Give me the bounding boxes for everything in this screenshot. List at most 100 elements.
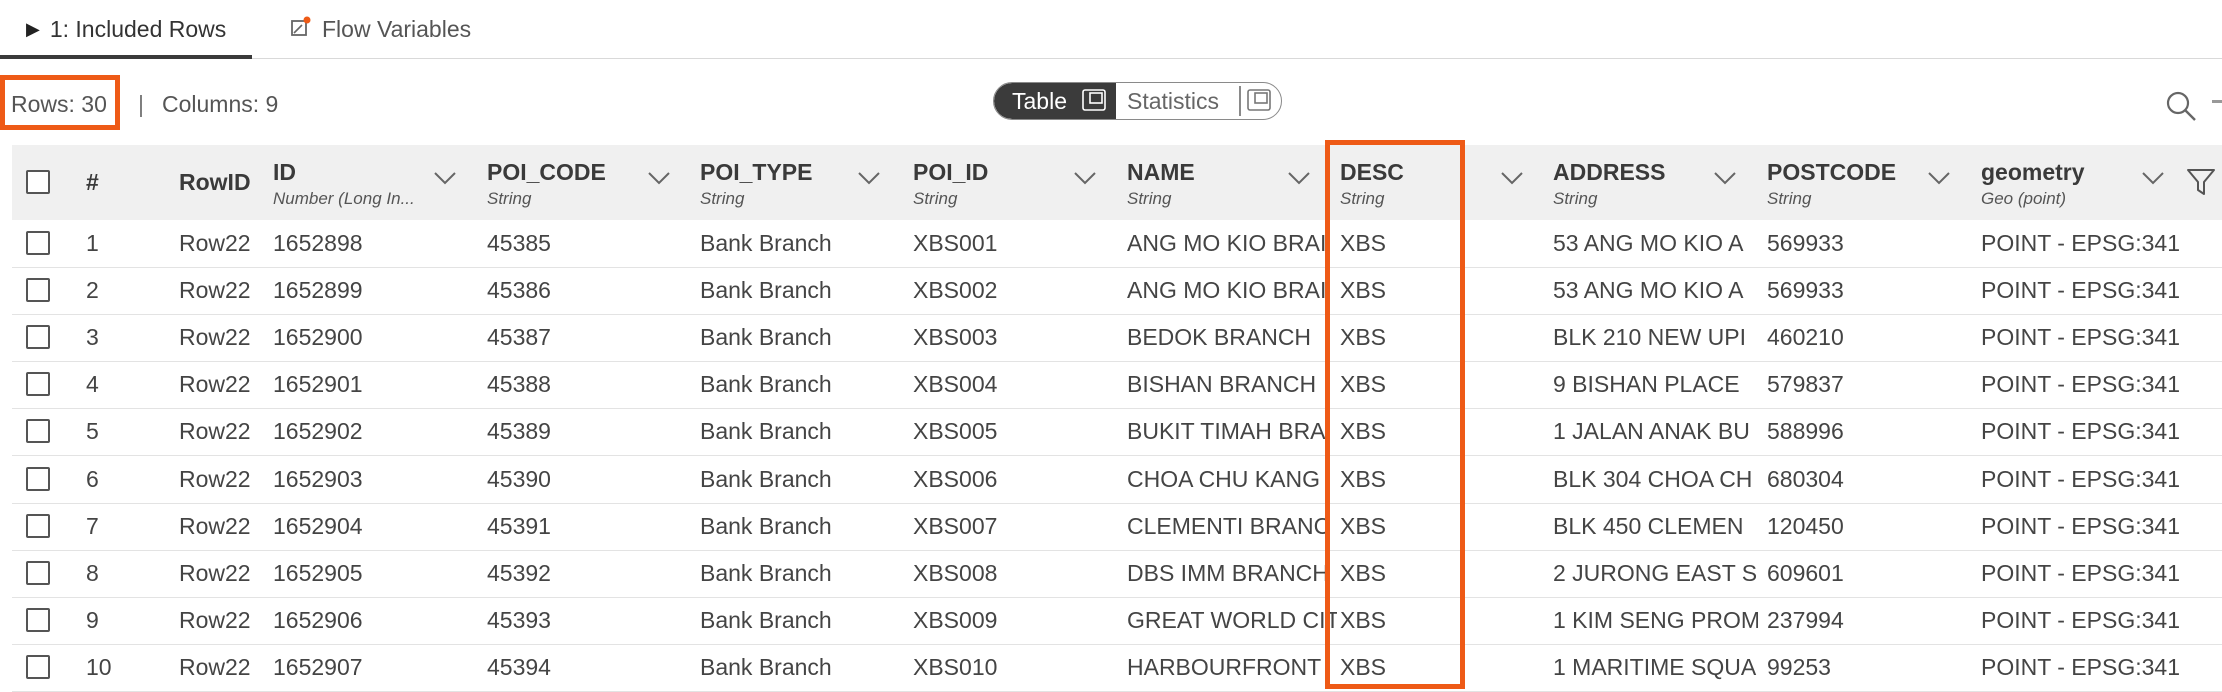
cell-address: BLK 450 CLEMEN	[1553, 512, 1744, 539]
row-checkbox[interactable]	[26, 325, 50, 350]
view-toggle: Table Statistics	[993, 82, 1282, 120]
cell-name: BEDOK BRANCH	[1127, 324, 1312, 351]
tab-flow-variables[interactable]: Flow Variables	[290, 0, 471, 58]
cell-postcode: 460210	[1767, 324, 1844, 351]
cell-desc: XBS	[1340, 277, 1387, 304]
search-icon[interactable]	[2164, 89, 2198, 128]
cell-address: 53 ANG MO KIO A	[1553, 277, 1744, 304]
cell-id: 1652901	[273, 371, 363, 398]
statistics-view-label: Statistics	[1127, 87, 1220, 114]
table-row[interactable]: 3 Row22 1652900 45387 Bank Branch XBS003 BEDOK…	[12, 314, 2222, 363]
cell-postcode: 569933	[1767, 277, 1844, 304]
cell-geometry: POINT - EPSG:341	[1981, 418, 2180, 445]
cell-poi-id: XBS008	[913, 559, 998, 586]
cell-poi-code: 45391	[487, 512, 551, 539]
cell-desc: XBS	[1340, 653, 1387, 680]
cell-rowid: Row22	[179, 371, 251, 398]
header-poi-id[interactable]: POI_ID String	[913, 145, 1105, 220]
cell-name: ANG MO KIO BRAI	[1127, 277, 1327, 304]
row-checkbox[interactable]	[26, 513, 50, 538]
row-checkbox[interactable]	[26, 466, 50, 491]
cell-poi-type: Bank Branch	[700, 512, 832, 539]
cell-postcode: 579837	[1767, 371, 1844, 398]
header-name[interactable]: NAME String	[1127, 145, 1319, 220]
cell-postcode: 609601	[1767, 559, 1844, 586]
header-postcode[interactable]: POSTCODE String	[1767, 145, 1959, 220]
open-in-window-icon[interactable]	[1082, 89, 1108, 118]
tab-included-rows[interactable]: ▶ 1: Included Rows	[26, 0, 226, 58]
chevron-down-icon[interactable]	[647, 171, 671, 190]
row-checkbox[interactable]	[26, 231, 50, 255]
table-row[interactable]: 5 Row22 1652902 45389 Bank Branch XBS005 BUKIT…	[12, 408, 2222, 457]
cell-poi-code: 45388	[487, 371, 551, 398]
table-row[interactable]: 8 Row22 1652905 45392 Bank Branch XBS008 DBS I…	[12, 550, 2222, 598]
row-checkbox[interactable]	[26, 654, 50, 679]
cell-poi-type: Bank Branch	[700, 653, 832, 680]
cell-poi-type: Bank Branch	[700, 371, 832, 398]
table-view-label: Table	[1012, 87, 1067, 114]
table-row[interactable]: 9 Row22 1652906 45393 Bank Branch XBS009 GREAT…	[12, 597, 2222, 645]
cell-geometry: POINT - EPSG:341	[1981, 606, 2180, 633]
row-checkbox[interactable]	[26, 419, 50, 444]
table-row[interactable]: 10 Row22 1652907 45394 Bank Branch XBS010 HARB…	[12, 644, 2222, 692]
cell-desc: XBS	[1340, 559, 1387, 586]
cell-rowid: Row22	[179, 324, 251, 351]
cell-geometry: POINT - EPSG:341	[1981, 230, 2180, 256]
chevron-down-icon[interactable]	[1500, 171, 1524, 190]
table-row[interactable]: 7 Row22 1652904 45391 Bank Branch XBS007 CLEME…	[12, 503, 2222, 551]
column-type: String	[700, 189, 745, 208]
cell-id: 1652899	[273, 277, 363, 304]
cell-id: 1652903	[273, 465, 363, 492]
chevron-down-icon[interactable]	[2141, 171, 2165, 190]
cell-address: 1 JALAN ANAK BU	[1553, 418, 1750, 445]
cell-poi-id: XBS009	[913, 606, 998, 633]
column-name: POSTCODE	[1767, 159, 1897, 185]
cell-postcode: 680304	[1767, 465, 1844, 492]
summary-separator: |	[138, 91, 144, 117]
open-in-window-icon[interactable]	[1247, 89, 1273, 118]
cell-poi-code: 45386	[487, 277, 551, 304]
header-address[interactable]: ADDRESS String	[1553, 145, 1745, 220]
cell-address: 2 JURONG EAST S	[1553, 559, 1758, 586]
cell-poi-code: 45390	[487, 465, 551, 492]
cell-address: 1 KIM SENG PROM	[1553, 606, 1758, 633]
chevron-down-icon[interactable]	[433, 171, 457, 190]
row-checkbox[interactable]	[26, 560, 50, 585]
table-row[interactable]: 6 Row22 1652903 45390 Bank Branch XBS006 CHOA …	[12, 456, 2222, 504]
statistics-view-button[interactable]: Statistics	[1124, 83, 1219, 119]
header-desc[interactable]: DESC String	[1340, 145, 1532, 220]
chevron-down-icon[interactable]	[1073, 171, 1097, 190]
chevron-down-icon[interactable]	[857, 171, 881, 190]
filter-icon[interactable]	[2186, 168, 2216, 201]
column-name: NAME	[1127, 159, 1195, 185]
table-row[interactable]: 1 Row22 1652898 45385 Bank Branch XBS001 ANG M…	[12, 220, 2222, 268]
header-poi-code[interactable]: POI_CODE String	[487, 145, 679, 220]
row-checkbox[interactable]	[26, 372, 50, 397]
column-type: String	[1340, 189, 1385, 208]
table-row[interactable]: 2 Row22 1652899 45386 Bank Branch XBS002 ANG M…	[12, 267, 2222, 316]
row-index: 7	[86, 512, 99, 539]
header-poi-type[interactable]: POI_TYPE String	[700, 145, 892, 220]
header-geometry[interactable]: geometry Geo (point)	[1981, 145, 2173, 220]
cell-rowid: Row22	[179, 559, 251, 586]
cell-geometry: POINT - EPSG:341	[1981, 653, 2180, 680]
cell-id: 1652898	[273, 230, 363, 256]
chevron-down-icon[interactable]	[1927, 171, 1951, 190]
header-rowid[interactable]: RowID	[179, 145, 269, 220]
chevron-down-icon[interactable]	[1287, 171, 1311, 190]
select-all-checkbox[interactable]	[26, 170, 50, 194]
row-checkbox[interactable]	[26, 278, 50, 303]
cell-name: ANG MO KIO BRAI	[1127, 230, 1327, 256]
header-id[interactable]: ID Number (Long In...	[273, 145, 465, 220]
cell-id: 1652907	[273, 653, 363, 680]
table-row[interactable]: 4 Row22 1652901 45388 Bank Branch XBS004 BISHA…	[12, 361, 2222, 410]
row-checkbox[interactable]	[26, 607, 50, 632]
play-triangle-icon: ▶	[26, 18, 40, 39]
column-type: Number (Long In...	[273, 189, 415, 208]
cell-poi-code: 45393	[487, 606, 551, 633]
cell-rowid: Row22	[179, 230, 251, 256]
cell-postcode: 237994	[1767, 606, 1844, 633]
chevron-down-icon[interactable]	[1713, 171, 1737, 190]
cell-desc: XBS	[1340, 606, 1387, 633]
active-tab-indicator	[0, 55, 252, 59]
